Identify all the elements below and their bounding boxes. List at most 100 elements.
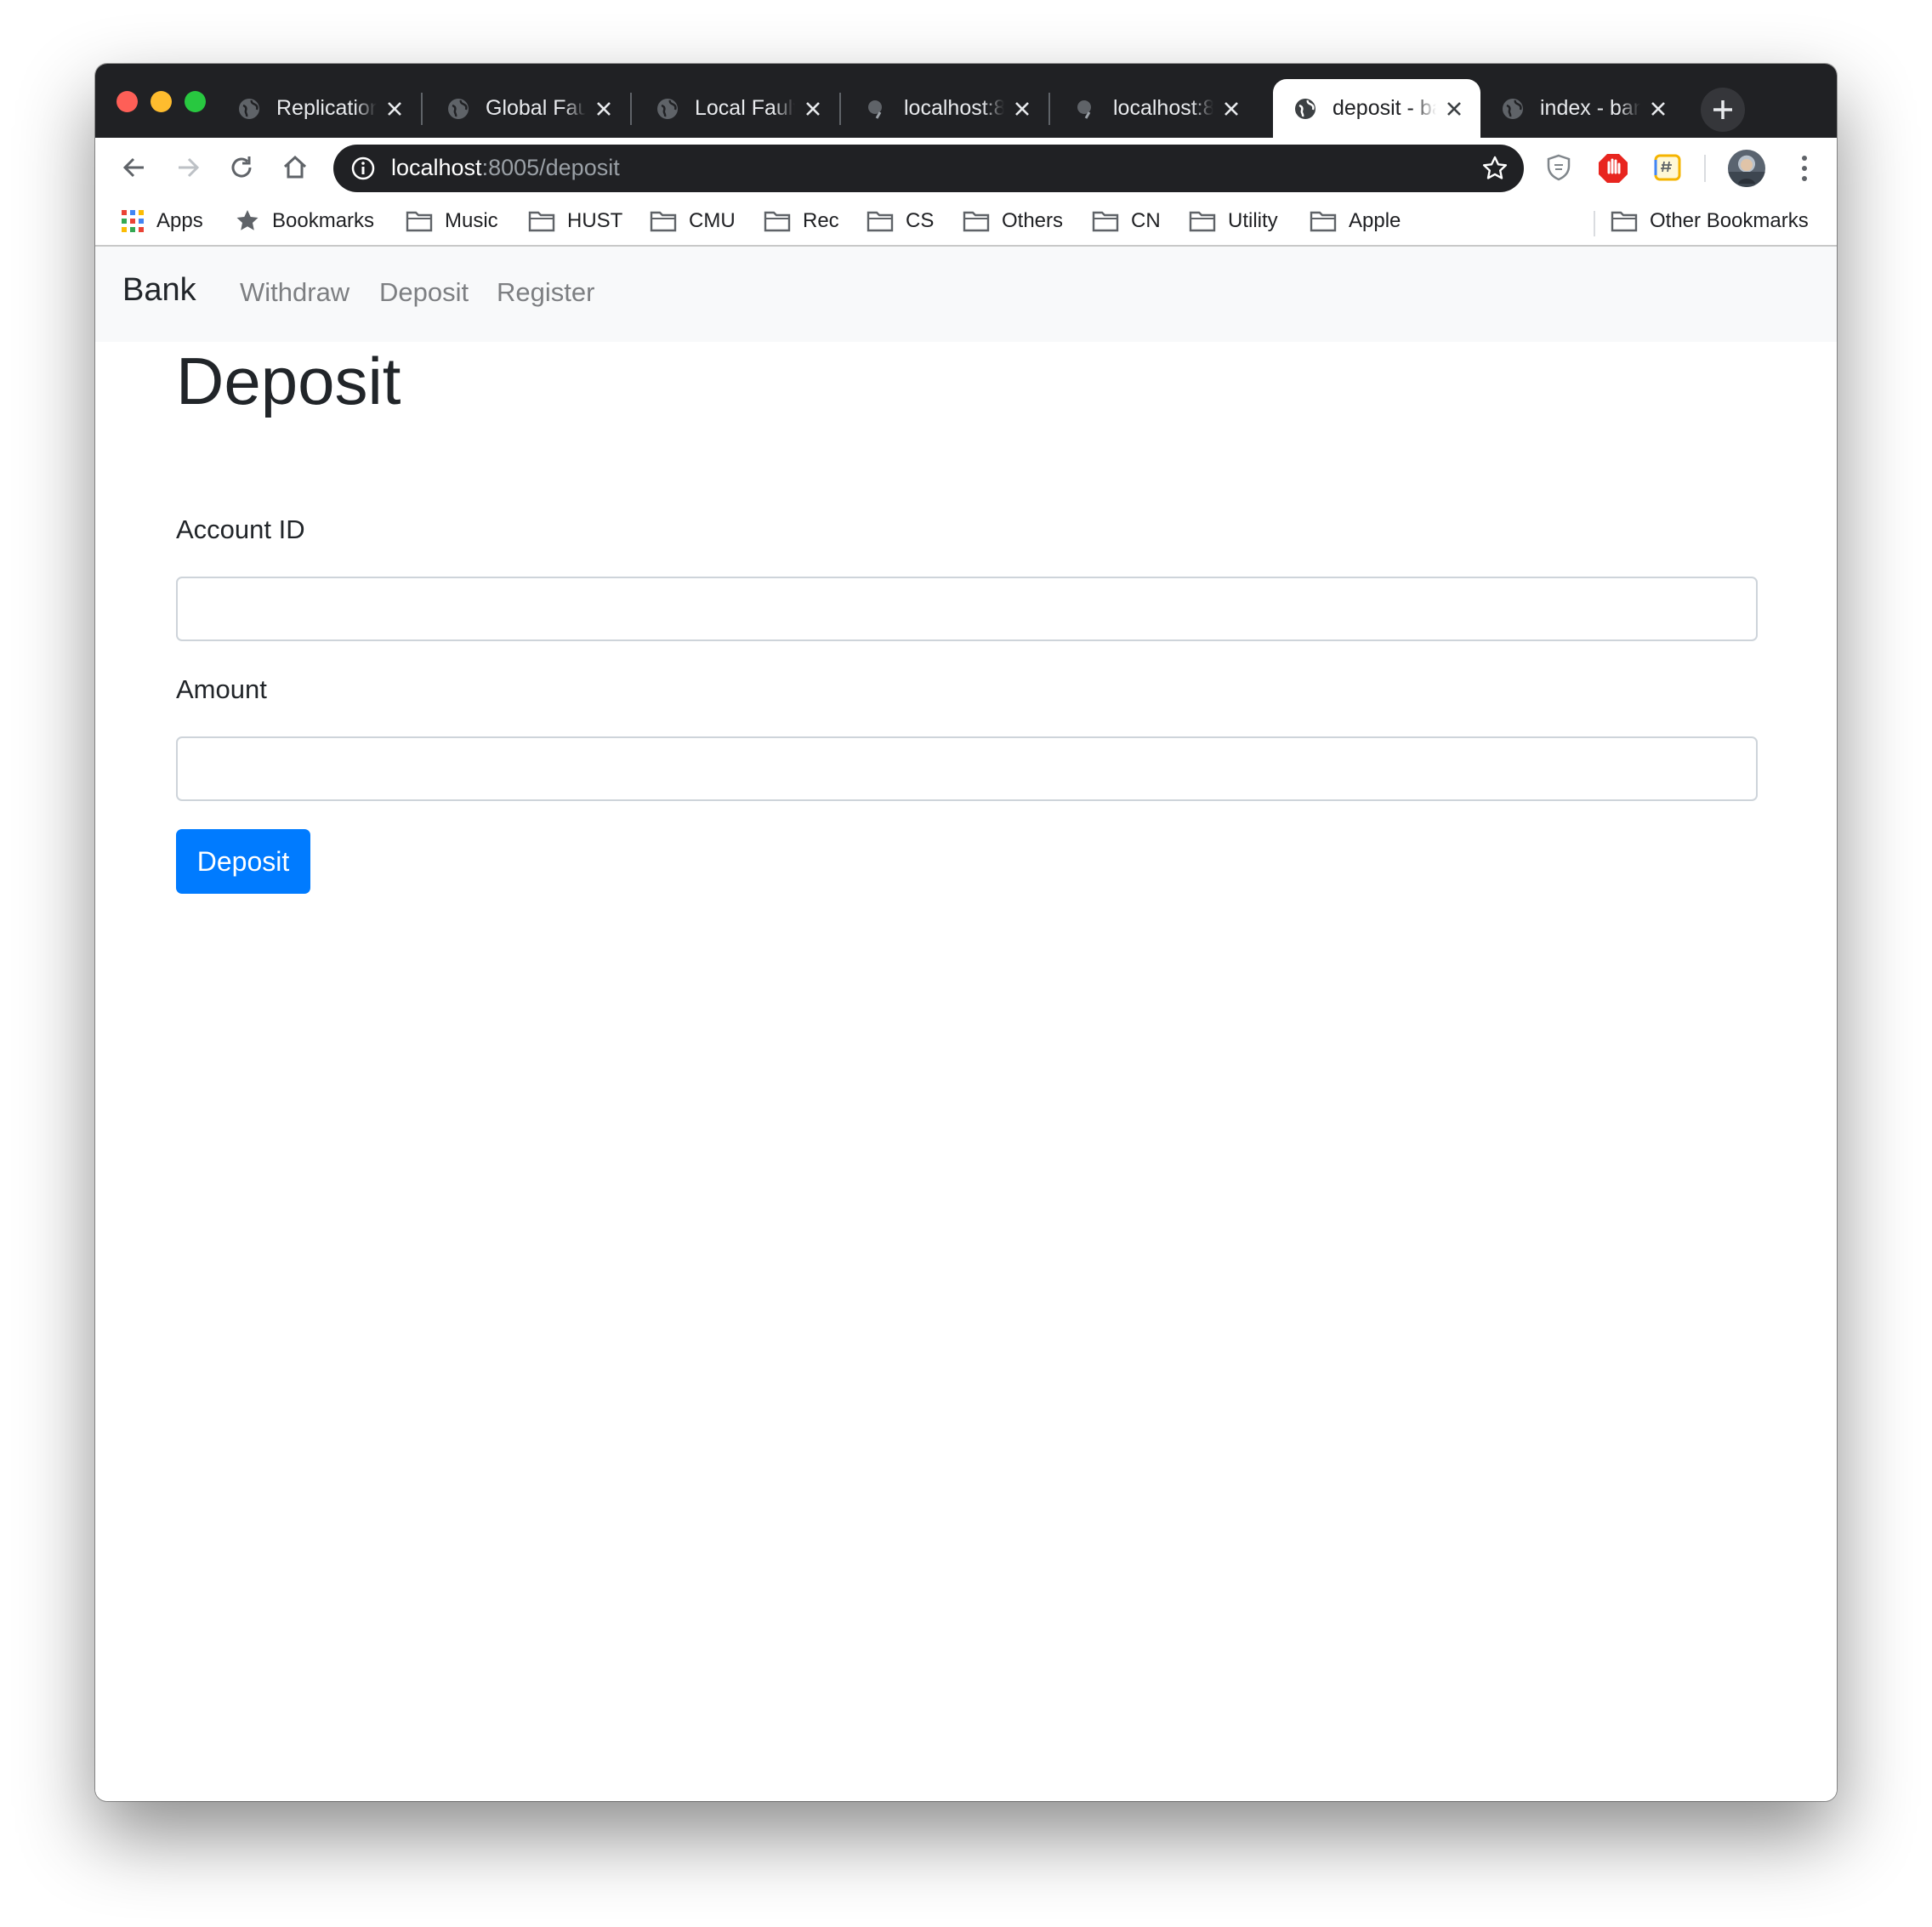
bookmark-label: Bookmarks — [272, 209, 375, 232]
bookmark-folder-music[interactable]: Music — [406, 206, 498, 236]
bookmark-label: Other Bookmarks — [1650, 209, 1809, 232]
bookmark-folder-other-bookmarks[interactable]: Other Bookmarks — [1611, 206, 1809, 236]
bookmarks-divider — [1594, 211, 1595, 236]
bookmark-folder-apple[interactable]: Apple — [1310, 206, 1401, 236]
folder-icon — [963, 211, 990, 232]
close-tab-icon[interactable] — [804, 99, 822, 118]
bookmark-folder-cs[interactable]: CS — [867, 206, 934, 236]
tab-title: Replication — [276, 96, 377, 120]
forward-button[interactable] — [169, 149, 207, 186]
globe-offline-icon — [1077, 99, 1091, 119]
bookmark-folder-utility[interactable]: Utility — [1189, 206, 1278, 236]
home-button[interactable] — [276, 149, 314, 186]
shield-icon — [1547, 154, 1571, 181]
bookmark-label: HUST — [567, 209, 623, 232]
close-tab-icon[interactable] — [385, 99, 404, 118]
close-tab-icon[interactable] — [594, 99, 613, 118]
account-id-label: Account ID — [176, 514, 305, 544]
bookmark-apps[interactable]: Apps — [121, 206, 203, 236]
url-path: :8005/deposit — [481, 155, 620, 180]
hashtag-icon — [1654, 154, 1681, 181]
tab-strip: Replication Global Fault Local Fault loc… — [95, 64, 1837, 138]
toolbar-divider — [1704, 155, 1706, 182]
app-navbar: Bank Withdraw Deposit Register — [95, 247, 1837, 342]
tab-title: deposit - bank — [1333, 96, 1436, 120]
tab-localhost-1[interactable]: localhost:8 — [844, 79, 1048, 138]
tab-title: index - bank — [1540, 96, 1640, 120]
extension-hashtag-button[interactable] — [1650, 150, 1685, 185]
page-content: Bank Withdraw Deposit Register Deposit A… — [95, 247, 1837, 1801]
tab-deposit[interactable]: deposit - bank — [1273, 79, 1480, 138]
tab-localhost-2[interactable]: localhost:8 — [1054, 79, 1258, 138]
tab-title: localhost:8 — [904, 96, 1004, 120]
deposit-button[interactable]: Deposit — [176, 829, 310, 894]
bookmark-label: Others — [1002, 209, 1064, 232]
folder-icon — [1310, 211, 1337, 232]
bookmark-folder-others[interactable]: Others — [963, 206, 1063, 236]
tab-divider — [839, 93, 841, 125]
close-window-button[interactable] — [116, 91, 138, 112]
tab-title: Global Fault — [486, 96, 586, 120]
bookmark-label: Apps — [156, 209, 203, 232]
profile-avatar[interactable] — [1728, 150, 1765, 187]
globe-icon — [657, 98, 678, 119]
globe-icon — [1295, 98, 1315, 119]
extension-adblock-button[interactable] — [1595, 150, 1631, 185]
back-button[interactable] — [116, 149, 153, 186]
folder-icon — [1189, 211, 1216, 232]
bookmark-star-icon[interactable] — [1481, 155, 1509, 182]
bookmark-label: CS — [906, 209, 935, 232]
url-host: localhost — [391, 155, 482, 180]
more-menu-icon[interactable] — [1796, 151, 1813, 185]
tab-divider — [630, 93, 632, 125]
tab-title: localhost:8 — [1113, 96, 1213, 120]
maximize-window-button[interactable] — [185, 91, 206, 112]
stop-hand-icon — [1599, 154, 1628, 183]
tab-divider — [1048, 93, 1050, 125]
bookmark-label: Music — [445, 209, 498, 232]
nav-link-register[interactable]: Register — [497, 277, 594, 308]
bookmark-label: Utility — [1228, 209, 1278, 232]
browser-toolbar: localhost:8005/deposit — [95, 138, 1837, 197]
tab-title: Local Fault — [695, 96, 795, 120]
amount-input[interactable] — [176, 736, 1758, 801]
folder-icon — [406, 211, 433, 232]
bookmark-folder-hust[interactable]: HUST — [528, 206, 622, 236]
close-tab-icon[interactable] — [1445, 99, 1463, 118]
folder-icon — [764, 211, 791, 232]
close-tab-icon[interactable] — [1013, 99, 1031, 118]
info-icon[interactable] — [350, 156, 376, 181]
url-text[interactable]: localhost:8005/deposit — [391, 155, 620, 181]
extension-shield-button[interactable] — [1541, 150, 1577, 185]
bookmark-bookmarks[interactable]: Bookmarks — [235, 206, 374, 236]
tab-replication[interactable]: Replication — [217, 79, 421, 138]
page-title: Deposit — [176, 344, 401, 418]
nav-link-deposit[interactable]: Deposit — [379, 277, 469, 308]
nav-link-withdraw[interactable]: Withdraw — [240, 277, 349, 308]
bookmarks-bar: Apps Bookmarks Music HUST CMU Rec CS Oth… — [95, 197, 1837, 247]
amount-label: Amount — [176, 674, 267, 704]
globe-icon — [1503, 98, 1523, 119]
bookmark-folder-rec[interactable]: Rec — [764, 206, 839, 236]
reload-icon — [231, 156, 252, 178]
new-tab-button[interactable] — [1701, 88, 1745, 132]
bookmark-folder-cmu[interactable]: CMU — [650, 206, 736, 236]
tab-index[interactable]: index - bank — [1480, 79, 1685, 138]
account-id-input[interactable] — [176, 577, 1758, 641]
tab-local-fault[interactable]: Local Fault — [635, 79, 839, 138]
close-tab-icon[interactable] — [1649, 99, 1668, 118]
brand-link[interactable]: Bank — [122, 272, 196, 309]
reload-button[interactable] — [223, 149, 260, 186]
bookmark-label: Apple — [1349, 209, 1401, 232]
bookmark-folder-cn[interactable]: CN — [1092, 206, 1161, 236]
person-icon — [1728, 159, 1765, 187]
arrow-right-icon — [179, 157, 200, 178]
folder-icon — [1611, 211, 1638, 232]
tab-global-fault[interactable]: Global Fault — [426, 79, 630, 138]
bookmark-label: CMU — [689, 209, 736, 232]
folder-icon — [650, 211, 677, 232]
minimize-window-button[interactable] — [151, 91, 172, 112]
close-tab-icon[interactable] — [1222, 99, 1241, 118]
apps-grid-icon — [122, 210, 144, 232]
address-bar[interactable]: localhost:8005/deposit — [333, 145, 1524, 192]
